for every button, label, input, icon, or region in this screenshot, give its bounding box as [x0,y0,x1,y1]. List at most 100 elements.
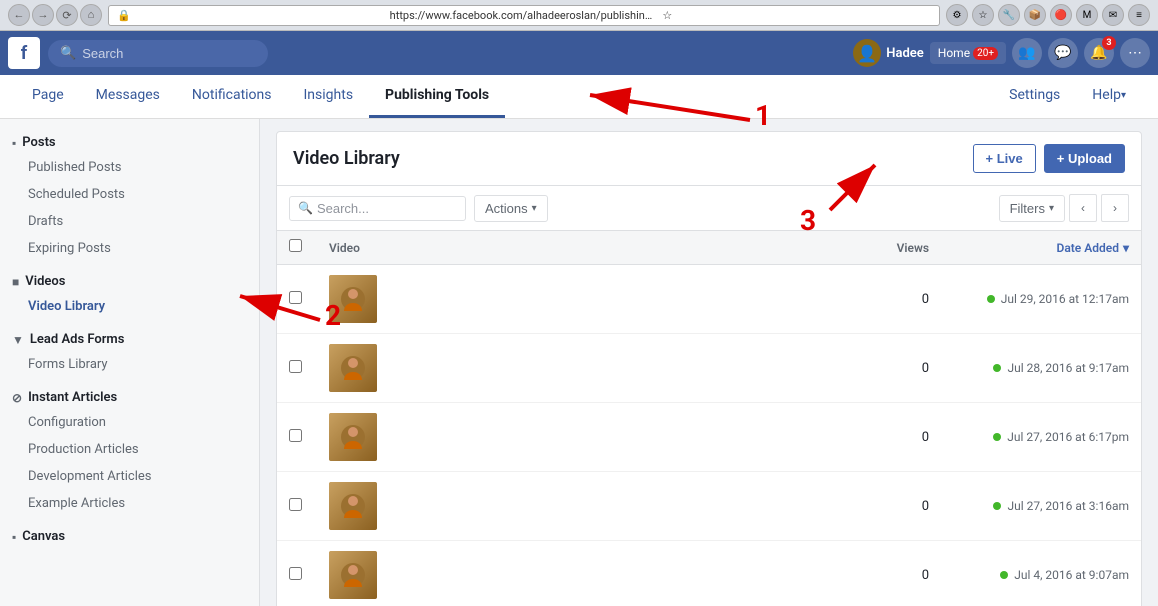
table-row: 0 Jul 4, 2016 at 9:07am [277,541,1141,606]
table-body: 0 Jul 29, 2016 at 12:17am [277,265,1141,606]
row-video-col [321,551,849,599]
row-views-col: 0 [849,499,929,514]
row-checkbox-col [289,429,321,446]
address-text: https://www.facebook.com/alhadeeroslan/p… [390,9,659,22]
home-button[interactable]: ⌂ [80,4,102,26]
sort-icon: ▾ [1123,241,1129,255]
panel-header-actions: + Live + Upload [973,144,1125,173]
panel-toolbar: 🔍 Actions ▾ Filters ▾ ‹ [277,186,1141,231]
select-all-checkbox[interactable] [289,239,302,252]
sidebar-canvas-section: ▪ Canvas [0,521,259,548]
sidebar-item-scheduled-posts[interactable]: Scheduled Posts [0,181,259,208]
sidebar-item-forms-library[interactable]: Forms Library [0,351,259,378]
sidebar-posts-header: ▪ Posts [0,127,259,154]
extension4-icon[interactable]: M [1076,4,1098,26]
sidebar-item-published-posts[interactable]: Published Posts [0,154,259,181]
search-input[interactable] [82,46,242,61]
videos-icon: ■ [12,275,19,289]
nav-help[interactable]: Help ▾ [1076,75,1142,118]
sidebar-item-development-articles[interactable]: Development Articles [0,463,259,490]
sidebar-item-production-articles[interactable]: Production Articles [0,436,259,463]
extension3-icon[interactable]: 🔴 [1050,4,1072,26]
status-dot [1000,571,1008,579]
reload-button[interactable]: ⟳ [56,4,78,26]
forward-button[interactable]: → [32,4,54,26]
status-dot [993,364,1001,372]
table-header: Video Views Date Added ▾ [277,231,1141,265]
facebook-header: f 🔍 👤 Hadee Home 20+ 👥 💬 [0,31,1158,75]
apps-icon[interactable]: ⋯ [1120,38,1150,68]
panel-header: Video Library + Live + Upload [277,132,1141,186]
nav-insights[interactable]: Insights [288,75,370,118]
sidebar-item-example-articles[interactable]: Example Articles [0,490,259,517]
actions-button[interactable]: Actions ▾ [474,195,548,222]
nav-publishing-tools[interactable]: Publishing Tools [369,75,505,118]
bookmark-icon[interactable]: ☆ [662,9,931,22]
nav-page[interactable]: Page [16,75,80,118]
settings-icon[interactable]: ⚙ [946,4,968,26]
live-button[interactable]: + Live [973,144,1036,173]
header-right: 👤 Hadee Home 20+ 👥 💬 🔔 3 ⋯ [853,38,1150,68]
sidebar-instant-articles-header: ⊘ Instant Articles [0,382,259,409]
next-page-button[interactable]: › [1101,194,1129,222]
back-button[interactable]: ← [8,4,30,26]
instant-articles-icon: ⊘ [12,391,22,405]
status-dot [993,502,1001,510]
filters-button[interactable]: Filters ▾ [999,195,1065,222]
row-checkbox[interactable] [289,567,302,580]
canvas-icon: ▪ [12,530,16,544]
row-video-col [321,482,849,530]
sidebar: ▪ Posts Published Posts Scheduled Posts … [0,119,260,606]
panel-title: Video Library [293,148,400,169]
friends-icon[interactable]: 👥 [1012,38,1042,68]
video-thumbnail [329,413,377,461]
extension-icon[interactable]: 🔧 [998,4,1020,26]
sidebar-item-drafts[interactable]: Drafts [0,208,259,235]
sidebar-item-video-library[interactable]: Video Library [0,293,259,320]
table-row: 0 Jul 27, 2016 at 3:16am [277,472,1141,541]
upload-button[interactable]: + Upload [1044,144,1125,173]
row-date-col: Jul 29, 2016 at 12:17am [929,292,1129,306]
row-checkbox[interactable] [289,291,302,304]
sidebar-canvas-header: ▪ Canvas [0,521,259,548]
main-layout: ▪ Posts Published Posts Scheduled Posts … [0,119,1158,606]
video-thumbnail [329,275,377,323]
extension2-icon[interactable]: 📦 [1024,4,1046,26]
menu-icon[interactable]: ≡ [1128,4,1150,26]
row-date-col: Jul 28, 2016 at 9:17am [929,361,1129,375]
sidebar-item-expiring-posts[interactable]: Expiring Posts [0,235,259,262]
chevron-down-icon: ▾ [1049,203,1054,214]
facebook-search-bar[interactable]: 🔍 [48,40,268,67]
facebook-logo[interactable]: f [8,37,40,69]
table-row: 0 Jul 28, 2016 at 9:17am [277,334,1141,403]
sidebar-item-configuration[interactable]: Configuration [0,409,259,436]
notifications-icon[interactable]: 🔔 3 [1084,38,1114,68]
sidebar-videos-section: ■ Videos Video Library [0,266,259,320]
row-checkbox[interactable] [289,429,302,442]
address-bar[interactable]: 🔒 https://www.facebook.com/alhadeeroslan… [108,5,940,26]
bookmark-manager-icon[interactable]: ☆ [972,4,994,26]
chevron-down-icon: ▾ [1121,90,1126,101]
chat-icon[interactable]: 💬 [1048,38,1078,68]
user-menu[interactable]: 👤 Hadee [853,39,924,67]
nav-notifications[interactable]: Notifications [176,75,288,118]
search-input[interactable] [317,201,457,216]
row-checkbox-col [289,360,321,377]
page-navigation: Page Messages Notifications Insights Pub… [0,75,1158,119]
sidebar-lead-ads-section: ▼ Lead Ads Forms Forms Library [0,324,259,378]
video-thumbnail [329,344,377,392]
mail-icon[interactable]: ✉ [1102,4,1124,26]
search-box[interactable]: 🔍 [289,196,466,221]
row-checkbox[interactable] [289,498,302,511]
prev-page-button[interactable]: ‹ [1069,194,1097,222]
nav-settings[interactable]: Settings [993,75,1076,118]
content-panel: Video Library + Live + Upload 🔍 [276,131,1142,606]
row-checkbox[interactable] [289,360,302,373]
row-views-col: 0 [849,430,929,445]
row-date-col: Jul 27, 2016 at 6:17pm [929,430,1129,444]
row-views-col: 0 [849,292,929,307]
content-area: Video Library + Live + Upload 🔍 [260,119,1158,606]
nav-messages[interactable]: Messages [80,75,176,118]
date-column-header[interactable]: Date Added ▾ [929,241,1129,255]
home-nav-button[interactable]: Home 20+ [930,42,1006,64]
